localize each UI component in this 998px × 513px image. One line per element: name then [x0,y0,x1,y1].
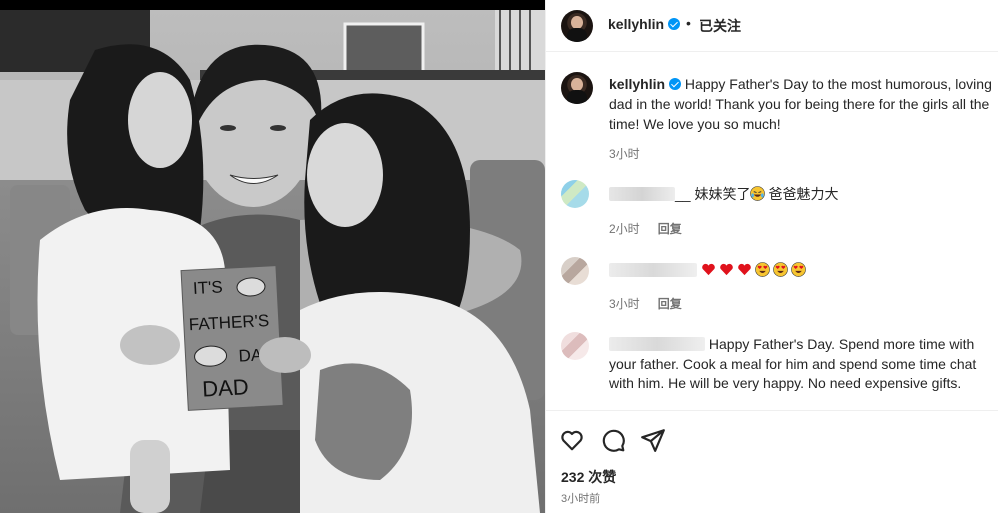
card-text-line1: IT'S [192,277,223,298]
post-details-panel: kellyhlin • 已关注 kellyhlin Happy Father's… [545,0,998,513]
caption-author-avatar[interactable] [561,72,593,104]
reply-button[interactable]: 回复 [658,297,682,311]
comment-body: 妹妹笑了 [694,186,751,202]
paper-plane-icon[interactable] [640,427,666,453]
verified-badge-icon [669,78,682,90]
card-text-line4: DAD [202,374,250,401]
laughing-emoji-icon [750,186,766,201]
blurred-username[interactable] [609,187,675,201]
post-header: kellyhlin • 已关注 [545,0,998,52]
red-heart-emoji-icon [702,263,715,276]
caption-body: Happy Father's Day to the most humorous,… [609,76,992,132]
caption-username[interactable]: kellyhlin [609,76,665,92]
post-actions: 232 次赞 3小时前 [545,410,998,513]
red-heart-emoji-icon [720,263,733,276]
commenter-avatar[interactable] [561,332,589,360]
commenter-avatar[interactable] [561,180,589,208]
comment-text: __ 妹妹笑了 爸爸魅力大 [609,184,997,204]
posted-time[interactable]: 3小时前 [561,490,600,506]
comment-meta: 2小时 回复 [609,220,682,237]
commenter-avatar[interactable] [561,257,589,285]
post-photo[interactable]: IT'S FATHER'S DA DAD [0,10,545,513]
father-and-daughters-photo: IT'S FATHER'S DA DAD [0,10,545,513]
comment-timestamp[interactable]: 3小时 [609,297,640,311]
caption-timestamp[interactable]: 3小时 [609,145,640,162]
author-avatar[interactable] [561,10,593,42]
heart-eyes-emoji-icon [791,262,806,277]
comment-text: Happy Father's Day. Spend more time with… [609,335,997,394]
red-heart-emoji-icon [738,263,751,276]
comment-bubble-icon[interactable] [600,427,626,453]
following-button[interactable]: 已关注 [699,16,741,36]
comment-meta: 3小时 回复 [609,295,682,312]
like-count[interactable]: 232 次赞 [561,467,616,487]
caption-text: kellyhlin Happy Father's Day to the most… [609,74,997,134]
blurred-username[interactable] [609,337,705,351]
reply-button[interactable]: 回复 [658,222,682,236]
comment-body-end: 爸爸魅力大 [768,186,839,202]
heart-eyes-emoji-icon [755,262,770,277]
blurred-username[interactable] [609,263,697,277]
verified-badge-icon [668,18,681,30]
image-top-edge [0,0,545,10]
comment-timestamp[interactable]: 2小时 [609,222,640,236]
separator-dot: • [686,15,691,31]
comment-username-tail[interactable]: __ [675,186,691,202]
heart-icon[interactable] [559,427,585,453]
author-username-text[interactable]: kellyhlin [608,16,664,32]
author-username[interactable]: kellyhlin [608,16,681,32]
comment-text [609,260,997,280]
heart-eyes-emoji-icon [773,262,788,277]
